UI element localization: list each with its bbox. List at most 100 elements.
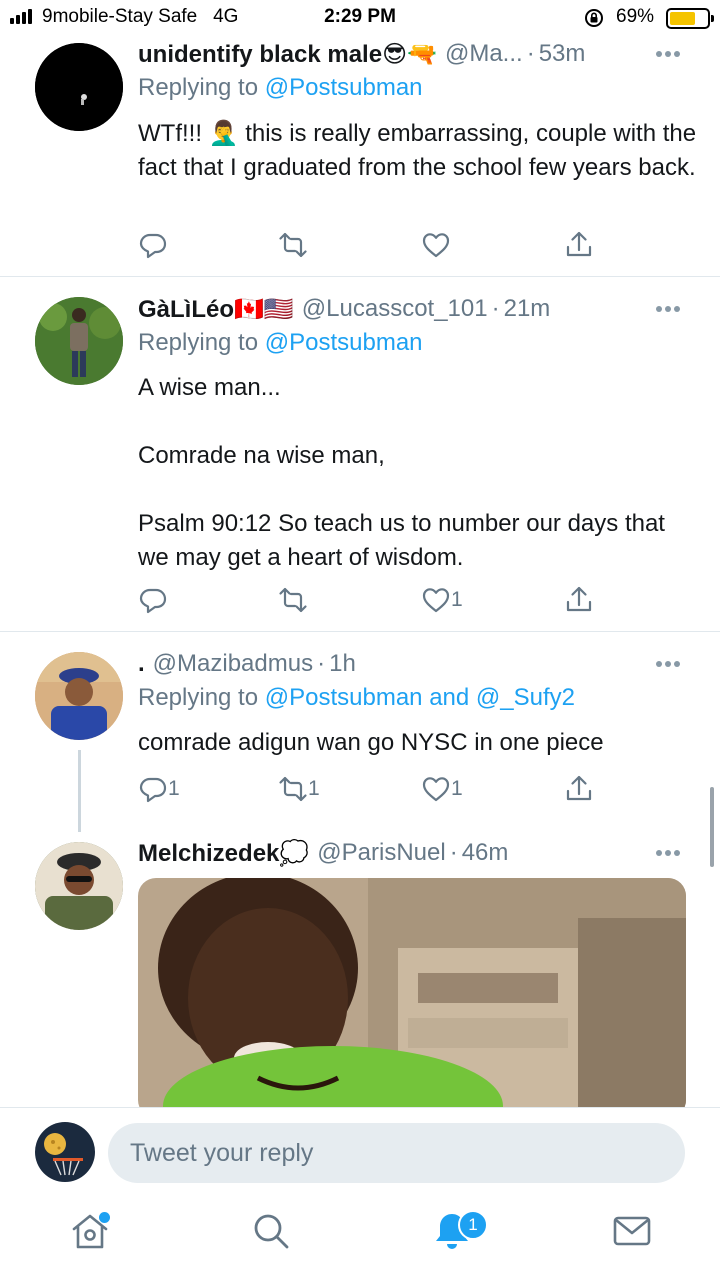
reply-button[interactable]	[138, 583, 168, 617]
retweet-button[interactable]	[278, 228, 308, 262]
heart-icon	[422, 588, 450, 613]
like-count: 1	[451, 588, 463, 611]
tweet-actions: 1 1 1	[138, 772, 608, 806]
tweet-actions: 1	[138, 583, 608, 617]
reply-button[interactable]	[138, 228, 168, 262]
display-name[interactable]: Melchizedek💭	[138, 839, 309, 868]
tweet-paragraph: WTf!!! 🤦‍♂️ this is really embarrassing,…	[138, 120, 697, 181]
tweet[interactable]: unidentify black male😎🔫 @Ma... · 53m Rep…	[0, 0, 720, 276]
like-button[interactable]: 1	[421, 772, 463, 806]
bottom-tab-bar	[0, 1197, 720, 1280]
battery-fill	[670, 12, 695, 25]
display-name[interactable]: GàLìLéo🇨🇦🇺🇸	[138, 295, 294, 324]
rotation-lock-icon	[585, 9, 603, 27]
reply-count: 1	[168, 777, 180, 800]
replying-to: Replying to @Postsubman	[138, 329, 423, 357]
mention-link[interactable]: @Postsubman and @_Sufy2	[265, 684, 575, 711]
like-button[interactable]: 1	[421, 583, 463, 617]
reply-composer: Tweet your reply	[0, 1107, 720, 1197]
tweet-header: Melchizedek💭 @ParisNuel · 46m	[138, 836, 508, 870]
retweet-count: 1	[308, 777, 320, 800]
display-name[interactable]: unidentify black male😎🔫	[138, 40, 437, 69]
home-new-content-dot	[99, 1212, 110, 1223]
heart-icon	[422, 233, 450, 258]
replying-to: Replying to @Postsubman	[138, 74, 423, 102]
share-button[interactable]	[564, 583, 594, 617]
separator-dot: ·	[526, 40, 535, 67]
tweet-feed[interactable]: unidentify black male😎🔫 @Ma... · 53m Rep…	[0, 0, 720, 1107]
tweet-text: A wise man... Comrade na wise man, Psalm…	[138, 371, 698, 575]
share-button[interactable]	[564, 228, 594, 262]
share-button[interactable]	[564, 772, 594, 806]
tweet-time: 21m	[503, 295, 551, 322]
avatar[interactable]	[35, 842, 123, 930]
tweet-time: 1h	[329, 650, 356, 677]
retweet-button[interactable]: 1	[278, 772, 320, 806]
battery-nub	[711, 15, 714, 22]
mention-link[interactable]: @Postsubman	[265, 329, 423, 356]
thread-connector	[78, 750, 81, 832]
like-button[interactable]	[421, 228, 451, 262]
tweet-time: 53m	[538, 40, 586, 67]
user-handle[interactable]: @ParisNuel	[317, 839, 445, 867]
battery-icon	[666, 8, 714, 29]
avatar[interactable]	[35, 297, 123, 385]
avatar[interactable]	[35, 652, 123, 740]
tweet-text: comrade adigun wan go NYSC in one piece	[138, 726, 698, 760]
user-handle[interactable]: @Mazibadmus	[153, 650, 313, 678]
replying-prefix: Replying to	[138, 74, 265, 101]
more-options-icon[interactable]	[656, 49, 682, 59]
tweet-paragraph: comrade adigun wan go NYSC in one piece	[138, 729, 604, 756]
display-name[interactable]: .	[138, 650, 145, 678]
retweet-icon	[279, 232, 307, 258]
user-handle[interactable]: @Ma...	[445, 40, 523, 68]
tweet-header: . @Mazibadmus · 1h	[138, 647, 356, 681]
tweet-time: 46m	[461, 839, 509, 866]
scroll-indicator[interactable]	[710, 787, 714, 867]
tweet-media-gif[interactable]	[138, 878, 686, 1107]
tweet-paragraph	[138, 405, 698, 439]
clock: 2:29 PM	[324, 6, 396, 27]
replying-prefix: Replying to	[138, 329, 265, 356]
share-icon	[566, 231, 592, 257]
reply-icon	[139, 588, 167, 614]
more-options-icon[interactable]	[656, 659, 682, 669]
tweet-text: WTf!!! 🤦‍♂️ this is really embarrassing,…	[138, 117, 698, 185]
tweet[interactable]: . @Mazibadmus · 1h Replying to @Postsubm…	[0, 632, 720, 832]
my-avatar[interactable]	[35, 1122, 95, 1182]
retweet-icon	[279, 776, 307, 802]
reply-icon	[139, 777, 167, 803]
share-icon	[566, 586, 592, 612]
share-icon	[566, 775, 592, 801]
tweet-paragraph: Psalm 90:12 So teach us to number our da…	[138, 510, 665, 571]
mention-link[interactable]: @Postsubman	[265, 74, 423, 101]
retweet-icon	[279, 587, 307, 613]
avatar[interactable]	[35, 43, 123, 131]
tweet-actions	[138, 228, 608, 262]
tweet-paragraph: Comrade na wise man,	[138, 442, 385, 469]
like-count: 1	[451, 777, 463, 800]
tweet[interactable]: GàLìLéo🇨🇦🇺🇸 @Lucasscot_101 · 21m Replyin…	[0, 277, 720, 631]
user-handle[interactable]: @Lucasscot_101	[302, 295, 488, 323]
tweet-header: unidentify black male😎🔫 @Ma... · 53m	[138, 37, 585, 71]
twitter-thread-screen: unidentify black male😎🔫 @Ma... · 53m Rep…	[0, 0, 720, 1280]
battery-percentage: 69%	[616, 6, 655, 27]
replying-to: Replying to @Postsubman and @_Sufy2	[138, 684, 575, 712]
separator-dot: ·	[317, 650, 326, 677]
notifications-badge: 1	[458, 1210, 488, 1240]
mail-icon[interactable]	[610, 1209, 654, 1253]
reply-button[interactable]: 1	[138, 772, 180, 806]
tweet-header: GàLìLéo🇨🇦🇺🇸 @Lucasscot_101 · 21m	[138, 292, 550, 326]
search-icon[interactable]	[249, 1209, 293, 1253]
reply-input[interactable]: Tweet your reply	[108, 1123, 685, 1183]
tweet-paragraph: A wise man...	[138, 374, 281, 401]
reply-icon	[139, 233, 167, 259]
more-options-icon[interactable]	[656, 304, 682, 314]
tweet-paragraph	[138, 473, 698, 507]
replying-prefix: Replying to	[138, 684, 265, 711]
heart-icon	[422, 777, 450, 802]
separator-dot: ·	[449, 839, 458, 866]
more-options-icon[interactable]	[656, 848, 682, 858]
tweet[interactable]: Melchizedek💭 @ParisNuel · 46m	[0, 832, 720, 1107]
retweet-button[interactable]	[278, 583, 308, 617]
